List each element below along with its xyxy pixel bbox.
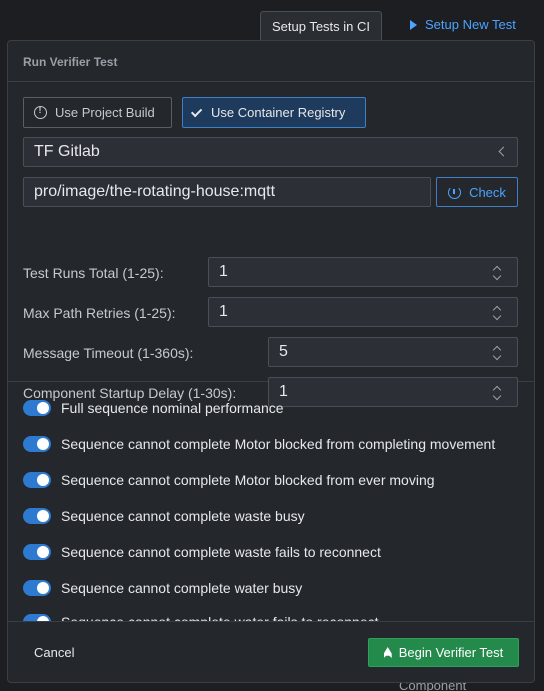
dialog-header: Run Verifier Test [8,41,534,82]
max-path-retries-value: 1 [219,303,228,320]
spinner-arrows-icon[interactable] [493,346,501,360]
list-item: Full sequence nominal performance [23,400,284,416]
use-container-registry-button[interactable]: Use Container Registry [182,97,366,128]
toggle-switch[interactable] [23,580,51,596]
registry-select-value: TF Gitlab [34,143,100,160]
toggle-switch[interactable] [23,400,51,416]
list-item: Sequence cannot complete waste busy [23,508,305,524]
max-path-retries-label: Max Path Retries (1-25): [23,305,176,321]
setup-new-test-link[interactable]: Setup New Test [410,17,516,32]
setup-new-test-label: Setup New Test [425,17,516,32]
setup-tests-ci-tab[interactable]: Setup Tests in CI [260,11,382,40]
registry-select[interactable]: TF Gitlab [23,137,518,167]
test-scenario-list[interactable]: Full sequence nominal performance Sequen… [8,382,534,622]
dialog-title: Run Verifier Test [23,55,118,69]
list-item: Sequence cannot complete water fails to … [23,614,379,622]
max-path-retries-stepper[interactable]: 1 [208,297,518,327]
test-label: Sequence cannot complete Motor blocked f… [61,436,496,452]
test-runs-label: Test Runs Total (1-25): [23,265,164,281]
message-timeout-label: Message Timeout (1-360s): [23,345,194,361]
cancel-button[interactable]: Cancel [34,645,74,660]
page-toolbar: Setup Tests in CI Setup New Test [0,0,544,40]
test-label: Sequence cannot complete waste busy [61,508,305,524]
checkmark-icon [190,105,203,117]
check-button-label: Check [469,184,506,200]
message-timeout-stepper[interactable]: 5 [268,337,518,367]
chevron-left-icon [498,146,509,157]
list-item: Sequence cannot complete water busy [23,580,302,596]
toggle-switch[interactable] [23,544,51,560]
list-item: Sequence cannot complete Motor blocked f… [23,436,495,452]
spinner-arrows-icon[interactable] [493,266,501,280]
run-verifier-dialog: Run Verifier Test Use Project Build Use … [7,40,535,683]
test-runs-value: 1 [219,263,228,280]
use-project-build-button[interactable]: Use Project Build [23,97,172,128]
message-timeout-value: 5 [279,343,288,360]
test-label: Sequence cannot complete water busy [61,580,303,596]
spinner-arrows-icon[interactable] [493,306,501,320]
test-runs-stepper[interactable]: 1 [208,257,518,287]
config-section: Use Project Build Use Container Registry… [8,82,534,407]
begin-verifier-test-label: Begin Verifier Test [398,645,504,660]
list-item: Sequence cannot complete waste fails to … [23,544,381,560]
test-label: Sequence cannot complete Motor blocked f… [61,472,435,488]
toggle-switch[interactable] [23,508,51,524]
begin-verifier-test-button[interactable]: Begin Verifier Test [368,638,519,667]
play-icon [410,19,417,30]
warning-circle-icon [34,105,47,119]
test-label: Full sequence nominal performance [61,400,284,416]
test-label: Sequence cannot complete water fails to … [61,614,379,622]
image-input[interactable] [23,177,431,207]
refresh-icon [448,185,462,199]
toggle-switch[interactable] [23,614,51,621]
toggle-switch[interactable] [23,472,51,488]
dialog-footer: Cancel Begin Verifier Test [8,622,534,682]
rocket-icon [383,647,392,658]
use-project-build-label: Use Project Build [55,105,155,120]
list-item: Sequence cannot complete Motor blocked f… [23,472,435,488]
toggle-switch[interactable] [23,436,51,452]
use-container-registry-label: Use Container Registry [211,105,346,120]
check-button[interactable]: Check [436,177,518,207]
test-label: Sequence cannot complete waste fails to … [61,544,381,560]
